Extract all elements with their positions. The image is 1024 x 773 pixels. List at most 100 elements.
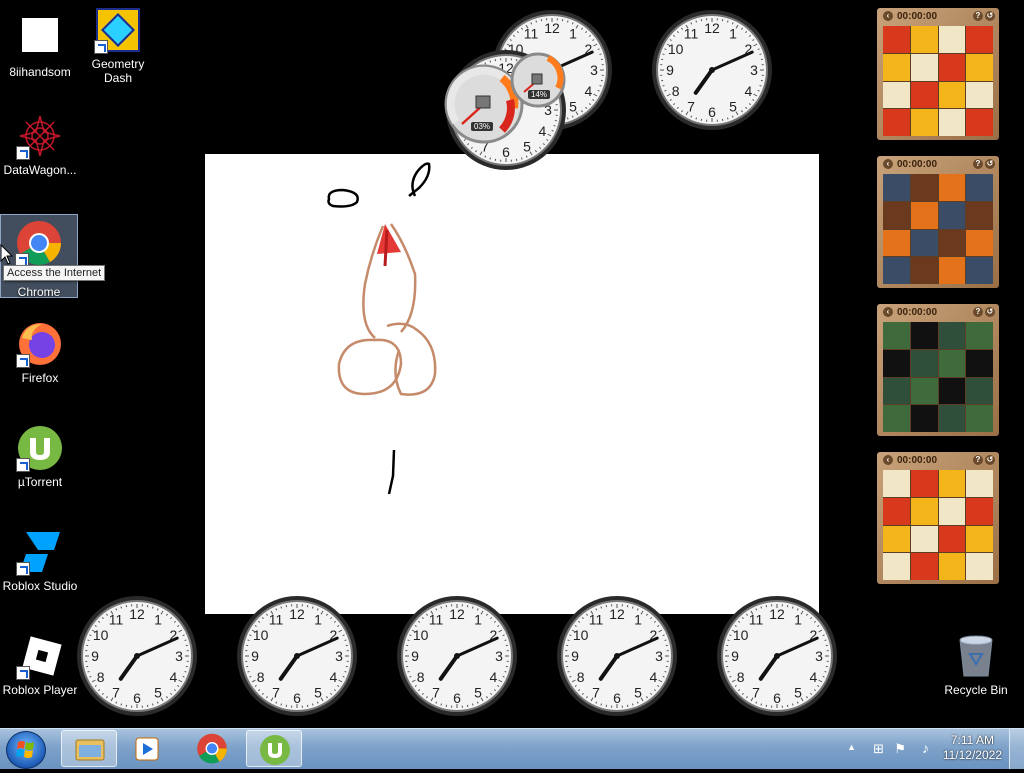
taskbar-chrome-button[interactable] — [184, 730, 240, 767]
puzzle-tile[interactable] — [883, 498, 910, 525]
puzzle-tile[interactable] — [939, 26, 966, 53]
desktop-icon-recycle-bin[interactable]: Recycle Bin — [936, 632, 1016, 697]
puzzle-tile[interactable] — [939, 378, 966, 405]
desktop-icon-datawagon[interactable]: DataWagon... — [0, 112, 80, 177]
puzzle-tile[interactable] — [939, 109, 966, 136]
clock-gadget[interactable]: 123456789101112 — [235, 594, 359, 718]
puzzle-tile[interactable] — [911, 322, 938, 349]
puzzle-tile[interactable] — [911, 26, 938, 53]
help-icon[interactable]: ? — [973, 11, 983, 21]
puzzle-tile[interactable] — [883, 174, 910, 201]
puzzle-tile[interactable] — [939, 526, 966, 553]
picture-puzzle-gadget[interactable]: ‹00:00:00?↺ — [877, 452, 999, 584]
puzzle-tile[interactable] — [883, 26, 910, 53]
puzzle-tile[interactable] — [911, 174, 938, 201]
puzzle-tile[interactable] — [939, 470, 966, 497]
puzzle-grid[interactable] — [883, 322, 993, 432]
puzzle-tile[interactable] — [883, 230, 910, 257]
start-button[interactable] — [6, 731, 46, 769]
desktop-icon-firefox[interactable]: Firefox — [0, 320, 80, 385]
puzzle-tile[interactable] — [966, 322, 993, 349]
puzzle-tile[interactable] — [966, 257, 993, 284]
show-hidden-icons-icon[interactable]: ▲ — [847, 742, 856, 752]
desktop-icon-roblox-player[interactable]: Roblox Player — [0, 632, 80, 697]
puzzle-tile[interactable] — [883, 257, 910, 284]
shuffle-icon[interactable]: ↺ — [985, 159, 995, 169]
puzzle-tile[interactable] — [883, 553, 910, 580]
shuffle-icon[interactable]: ↺ — [985, 307, 995, 317]
puzzle-tile[interactable] — [939, 82, 966, 109]
help-icon[interactable]: ? — [973, 455, 983, 465]
taskbar-media-player-button[interactable] — [120, 730, 176, 767]
puzzle-tile[interactable] — [883, 82, 910, 109]
clock-gadget[interactable]: 123456789101112 — [395, 594, 519, 718]
drawing-canvas[interactable] — [205, 154, 819, 614]
puzzle-tile[interactable] — [883, 470, 910, 497]
puzzle-tile[interactable] — [966, 378, 993, 405]
puzzle-back-icon[interactable]: ‹ — [883, 159, 893, 169]
puzzle-tile[interactable] — [939, 202, 966, 229]
puzzle-tile[interactable] — [939, 350, 966, 377]
clock-gadget[interactable]: 123456789101112 — [715, 594, 839, 718]
puzzle-tile[interactable] — [939, 257, 966, 284]
puzzle-tile[interactable] — [883, 54, 910, 81]
cpu-meter-gadget[interactable]: 03% 14% — [444, 48, 574, 148]
desktop-icon-utorrent[interactable]: µTorrent — [0, 424, 80, 489]
puzzle-grid[interactable] — [883, 26, 993, 136]
puzzle-tile[interactable] — [939, 553, 966, 580]
puzzle-grid[interactable] — [883, 174, 993, 284]
puzzle-tile[interactable] — [911, 470, 938, 497]
puzzle-tile[interactable] — [883, 378, 910, 405]
puzzle-tile[interactable] — [911, 109, 938, 136]
puzzle-tile[interactable] — [966, 526, 993, 553]
puzzle-tile[interactable] — [911, 553, 938, 580]
puzzle-tile[interactable] — [966, 26, 993, 53]
volume-icon[interactable]: ♪ — [922, 740, 929, 756]
show-desktop-button[interactable] — [1009, 729, 1024, 769]
puzzle-tile[interactable] — [883, 322, 910, 349]
puzzle-tile[interactable] — [966, 202, 993, 229]
puzzle-tile[interactable] — [911, 526, 938, 553]
puzzle-back-icon[interactable]: ‹ — [883, 11, 893, 21]
puzzle-tile[interactable] — [883, 405, 910, 432]
shuffle-icon[interactable]: ↺ — [985, 11, 995, 21]
puzzle-tile[interactable] — [966, 230, 993, 257]
puzzle-tile[interactable] — [966, 109, 993, 136]
puzzle-tile[interactable] — [911, 257, 938, 284]
clock-gadget[interactable]: 123456789101112 — [555, 594, 679, 718]
action-center-icon[interactable]: ⚑ — [894, 741, 906, 757]
puzzle-grid[interactable] — [883, 470, 993, 580]
puzzle-tile[interactable] — [911, 350, 938, 377]
help-icon[interactable]: ? — [973, 159, 983, 169]
puzzle-tile[interactable] — [939, 405, 966, 432]
puzzle-tile[interactable] — [939, 174, 966, 201]
desktop-icon-geometry-dash[interactable]: Geometry Dash — [78, 6, 158, 85]
desktop-icon-8iihandsom[interactable]: 8iihandsom — [0, 14, 80, 79]
puzzle-tile[interactable] — [911, 82, 938, 109]
puzzle-tile[interactable] — [911, 54, 938, 81]
puzzle-tile[interactable] — [966, 405, 993, 432]
puzzle-tile[interactable] — [966, 174, 993, 201]
puzzle-tile[interactable] — [966, 498, 993, 525]
taskbar-explorer-button[interactable] — [61, 730, 117, 767]
puzzle-tile[interactable] — [911, 378, 938, 405]
desktop-icon-roblox-studio[interactable]: Roblox Studio — [0, 528, 80, 593]
puzzle-tile[interactable] — [939, 54, 966, 81]
network-icon[interactable]: ⊞ — [873, 741, 884, 757]
puzzle-back-icon[interactable]: ‹ — [883, 455, 893, 465]
puzzle-tile[interactable] — [911, 230, 938, 257]
puzzle-tile[interactable] — [939, 322, 966, 349]
puzzle-tile[interactable] — [883, 526, 910, 553]
clock-gadget[interactable]: 123456789101112 — [650, 8, 774, 132]
puzzle-tile[interactable] — [883, 202, 910, 229]
puzzle-tile[interactable] — [966, 470, 993, 497]
puzzle-tile[interactable] — [966, 553, 993, 580]
puzzle-tile[interactable] — [911, 498, 938, 525]
puzzle-tile[interactable] — [911, 202, 938, 229]
picture-puzzle-gadget[interactable]: ‹00:00:00?↺ — [877, 8, 999, 140]
puzzle-back-icon[interactable]: ‹ — [883, 307, 893, 317]
shuffle-icon[interactable]: ↺ — [985, 455, 995, 465]
clock-gadget[interactable]: 123456789101112 — [75, 594, 199, 718]
puzzle-tile[interactable] — [966, 54, 993, 81]
puzzle-tile[interactable] — [911, 405, 938, 432]
